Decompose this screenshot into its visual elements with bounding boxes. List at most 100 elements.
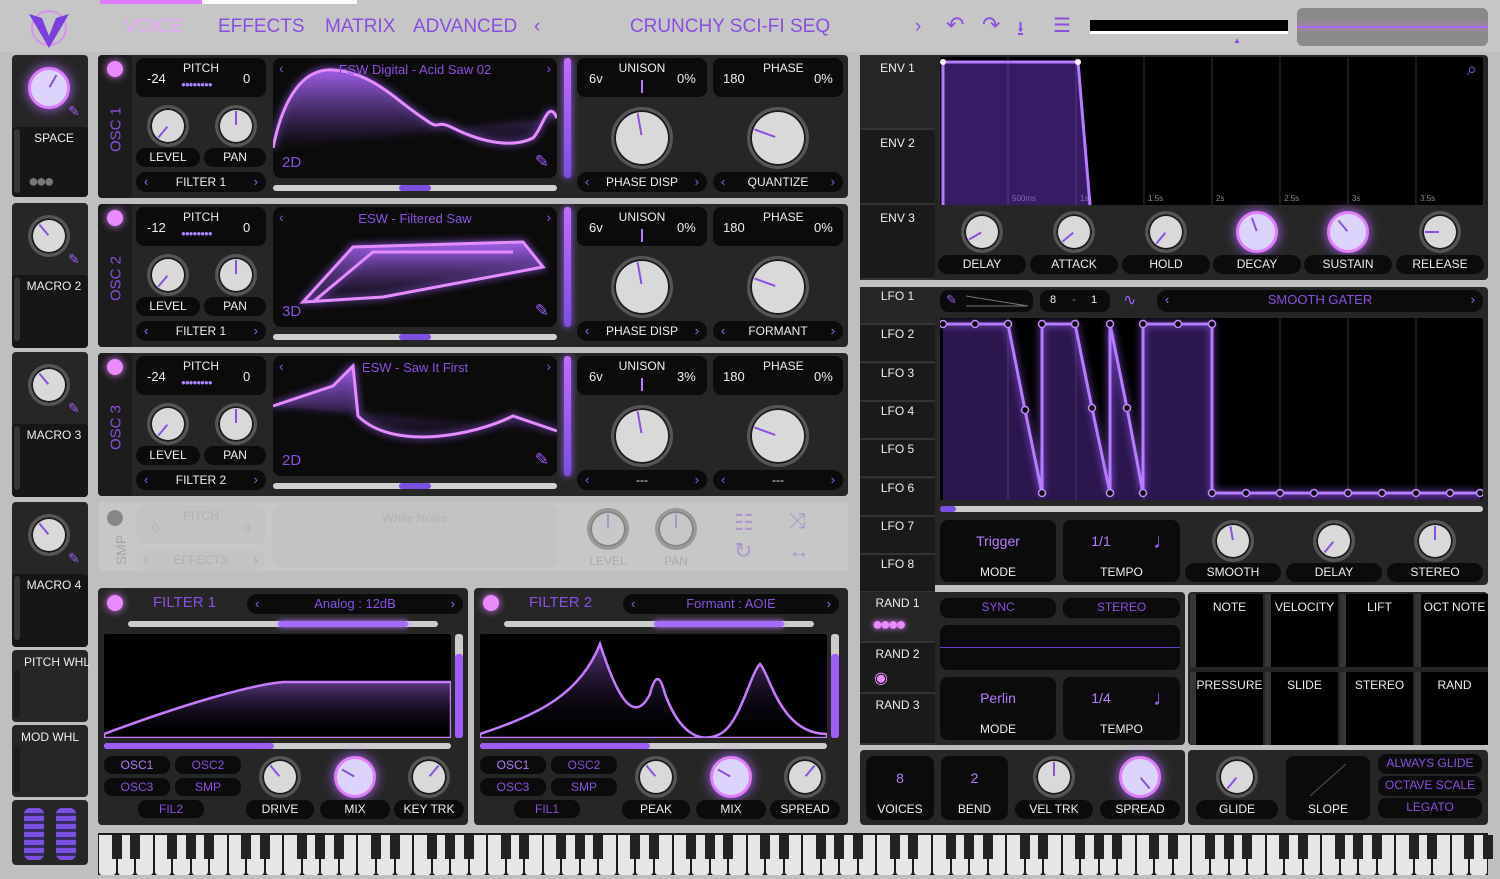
slope-box[interactable]: SLOPE bbox=[1286, 756, 1370, 820]
pan-knob[interactable] bbox=[215, 105, 257, 147]
lfo-point[interactable] bbox=[1037, 319, 1047, 329]
mod-source-stereo[interactable]: STEREO bbox=[1340, 672, 1413, 745]
black-key[interactable] bbox=[556, 835, 567, 859]
pitch-tune[interactable]: 0 bbox=[243, 220, 250, 235]
pitch-box[interactable]: PITCH -12 0 ●●●●●●●● bbox=[136, 207, 266, 246]
wavetable-name[interactable]: ESW - Filtered Saw bbox=[293, 211, 537, 226]
menu-icon[interactable]: ☰ bbox=[1053, 13, 1071, 38]
filter-input-smp[interactable]: SMP bbox=[551, 778, 617, 796]
pitch-transpose[interactable]: -12 bbox=[147, 220, 166, 235]
rand-mod-dots-icon[interactable]: ●●●● bbox=[872, 614, 906, 635]
black-key[interactable] bbox=[1408, 835, 1419, 859]
lfo-tab-1[interactable]: LFO 1 bbox=[860, 287, 935, 325]
lfo-point[interactable] bbox=[1138, 319, 1148, 329]
lfo-point[interactable] bbox=[1138, 488, 1148, 498]
spectral-morph-knob[interactable] bbox=[611, 405, 673, 467]
volume-meter[interactable] bbox=[1090, 20, 1288, 34]
prev-wavetable-icon[interactable]: ‹ bbox=[279, 358, 284, 374]
env-tab-1[interactable]: ENV 1 bbox=[860, 55, 935, 130]
voices-value[interactable]: 8 bbox=[866, 770, 934, 786]
macro-label[interactable]: SPACE bbox=[12, 131, 96, 145]
filter-power-button[interactable] bbox=[107, 595, 123, 611]
lfo-graph[interactable] bbox=[938, 318, 1485, 500]
smp-pitch-box[interactable]: PITCH 0 0 bbox=[136, 505, 266, 544]
lfo-delay-knob[interactable] bbox=[1313, 520, 1355, 562]
unison-detune[interactable]: 0% bbox=[677, 220, 696, 235]
level-knob[interactable] bbox=[147, 403, 189, 445]
lfo-point[interactable] bbox=[1309, 488, 1319, 498]
lfo-point[interactable] bbox=[1377, 488, 1387, 498]
undo-icon[interactable]: ↶ bbox=[946, 12, 964, 38]
black-key[interactable] bbox=[630, 835, 641, 859]
env-hold-knob[interactable] bbox=[1145, 211, 1187, 253]
filter-input-osc3[interactable]: OSC3 bbox=[104, 778, 170, 796]
black-key[interactable] bbox=[1223, 835, 1234, 859]
black-key[interactable] bbox=[1297, 835, 1308, 859]
filter-blend-slider[interactable] bbox=[128, 621, 438, 627]
env-delay-knob[interactable] bbox=[961, 211, 1003, 253]
wavetable-name[interactable]: ESW - Saw It First bbox=[293, 360, 537, 375]
env-decay-knob[interactable] bbox=[1236, 211, 1278, 253]
keytrack-icon[interactable]: ☷ bbox=[734, 510, 754, 536]
rand-tempo-box[interactable]: 1/4 ♩ TEMPO bbox=[1063, 677, 1180, 740]
filter-blend-slider[interactable] bbox=[504, 621, 814, 627]
lfo-grid-y[interactable]: 1 bbox=[1091, 294, 1097, 306]
unison-voices[interactable]: 6v bbox=[589, 369, 603, 384]
filter-input-osc2[interactable]: OSC2 bbox=[551, 756, 617, 774]
wavetable-display[interactable]: ‹ ESW Digital - Acid Saw 02 › 2D ✎ bbox=[273, 58, 557, 178]
unison-voices[interactable]: 6v bbox=[589, 71, 603, 86]
filter-route-selector[interactable]: ‹ FILTER 2 › bbox=[136, 470, 266, 490]
black-key[interactable] bbox=[649, 835, 659, 859]
smooth-curve-icon[interactable]: ∿ bbox=[1123, 290, 1136, 310]
tab-advanced[interactable]: ADVANCED bbox=[413, 16, 517, 38]
black-key[interactable] bbox=[593, 835, 604, 859]
wave-frame-slider[interactable] bbox=[273, 483, 557, 489]
smp-sample-display[interactable]: White Noise bbox=[273, 505, 557, 567]
edit-macro-icon[interactable]: ✎ bbox=[68, 400, 80, 417]
smp-level-knob[interactable] bbox=[587, 508, 629, 550]
black-key[interactable] bbox=[111, 835, 122, 859]
lfo-grid-x[interactable]: 8 bbox=[1050, 294, 1056, 306]
black-key[interactable] bbox=[1075, 835, 1086, 859]
edit-macro-icon[interactable]: ✎ bbox=[68, 103, 80, 120]
distortion-selector[interactable]: ‹ QUANTIZE › bbox=[713, 172, 843, 192]
note-icon[interactable]: ♩ bbox=[1153, 528, 1175, 554]
tab-matrix[interactable]: MATRIX bbox=[325, 16, 395, 38]
distortion-knob[interactable] bbox=[747, 405, 809, 467]
black-key[interactable] bbox=[1353, 835, 1364, 859]
filter-cutoff-slider[interactable] bbox=[104, 743, 451, 749]
black-key[interactable] bbox=[815, 835, 826, 859]
rand-tab-2[interactable]: RAND 2 bbox=[860, 643, 935, 694]
lfo-point[interactable] bbox=[1275, 488, 1285, 498]
black-key[interactable] bbox=[204, 835, 215, 859]
black-key[interactable] bbox=[1334, 835, 1345, 859]
macro-label[interactable]: MACRO 2 bbox=[12, 279, 96, 293]
black-key[interactable] bbox=[130, 835, 141, 859]
filter-resonance-slider[interactable] bbox=[831, 634, 839, 738]
prev-wavetable-icon[interactable]: ‹ bbox=[279, 60, 284, 76]
black-key[interactable] bbox=[704, 835, 715, 859]
wavetable-display[interactable]: ‹ ESW - Saw It First › 2D ✎ bbox=[273, 356, 557, 476]
distortion-knob[interactable] bbox=[747, 256, 809, 318]
wave-frame-slider[interactable] bbox=[273, 334, 557, 340]
phase-randomization[interactable]: 0% bbox=[814, 369, 833, 384]
lfo-point[interactable] bbox=[1173, 319, 1183, 329]
black-key[interactable] bbox=[852, 835, 863, 859]
filter-curve[interactable] bbox=[102, 680, 453, 740]
edit-wavetable-icon[interactable]: ✎ bbox=[535, 301, 549, 321]
black-key[interactable] bbox=[1427, 835, 1438, 859]
lfo-point[interactable] bbox=[1207, 488, 1217, 498]
filter-input-osc1[interactable]: OSC1 bbox=[104, 756, 170, 774]
lfo-point[interactable] bbox=[1087, 403, 1097, 413]
preset-name[interactable]: CRUNCHY SCI-FI SEQ bbox=[560, 16, 900, 38]
pitch-box[interactable]: PITCH -24 0 ●●●●●●●● bbox=[136, 356, 266, 395]
lfo-point[interactable] bbox=[970, 319, 980, 329]
black-key[interactable] bbox=[1093, 835, 1104, 859]
wavetable-name[interactable]: ESW Digital - Acid Saw 02 bbox=[293, 62, 537, 77]
voices-box[interactable]: 8 VOICES bbox=[866, 756, 934, 820]
black-key[interactable] bbox=[964, 835, 975, 859]
macro-knob[interactable] bbox=[28, 364, 70, 406]
black-key[interactable] bbox=[908, 835, 919, 859]
lfo-preset-selector[interactable]: ‹ SMOOTH GATER › bbox=[1157, 290, 1483, 312]
filter-input-osc3[interactable]: OSC3 bbox=[480, 778, 546, 796]
